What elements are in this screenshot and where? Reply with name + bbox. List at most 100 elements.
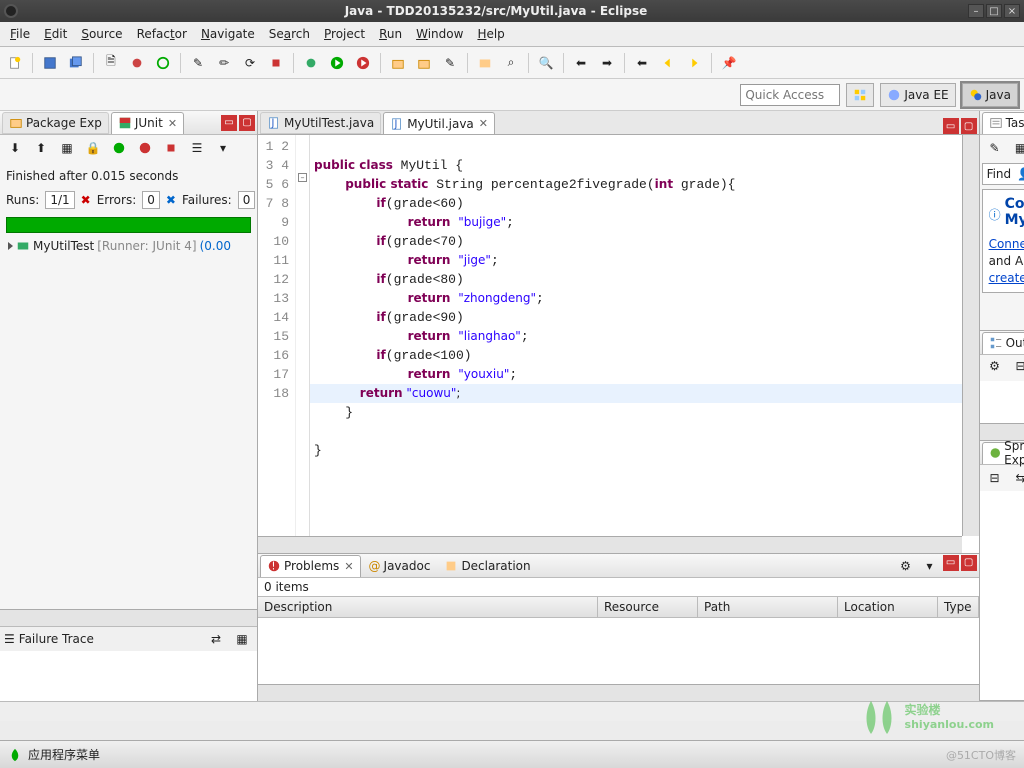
menu-run[interactable]: Run: [373, 25, 408, 43]
back-button[interactable]: [657, 52, 679, 74]
perspective-javaee[interactable]: Java EE: [880, 83, 955, 107]
compare-button[interactable]: ⇄: [205, 628, 227, 650]
search-button[interactable]: 🔍: [535, 52, 557, 74]
tab-outline[interactable]: Outline✕: [982, 332, 1024, 354]
open-type-button[interactable]: [474, 52, 496, 74]
col-location[interactable]: Location: [838, 597, 938, 617]
save-button[interactable]: [39, 52, 61, 74]
new-button[interactable]: [4, 52, 26, 74]
expand-arrow-icon[interactable]: [8, 242, 13, 250]
close-icon[interactable]: ✕: [168, 117, 177, 130]
col-path[interactable]: Path: [698, 597, 838, 617]
maximize-problems-button[interactable]: ▢: [961, 555, 977, 571]
open-perspective-button[interactable]: [846, 83, 874, 107]
code-editor[interactable]: public class MyUtil { public static Stri…: [310, 135, 979, 553]
filter-trace-button[interactable]: ▦: [231, 628, 253, 650]
minimize-problems-button[interactable]: ▭: [943, 555, 959, 571]
menu-search[interactable]: Search: [263, 25, 316, 43]
forward-button[interactable]: [683, 52, 705, 74]
rerun-failed-button[interactable]: [134, 137, 156, 159]
col-description[interactable]: Description: [258, 597, 598, 617]
debug-button[interactable]: [300, 52, 322, 74]
annotation-next-button[interactable]: ➡: [596, 52, 618, 74]
categorize-button[interactable]: ▦: [1010, 137, 1024, 159]
minimize-editor-button[interactable]: ▭: [943, 118, 959, 134]
open-task-button[interactable]: ⌕: [500, 52, 522, 74]
next-failure-button[interactable]: ⬇: [4, 137, 26, 159]
wand2-button[interactable]: ✏: [213, 52, 235, 74]
skip-breakpoints-button[interactable]: [126, 52, 148, 74]
menu-window[interactable]: Window: [410, 25, 469, 43]
editor-area[interactable]: 1 2 3 4 5 6 7 8 9 10 11 12 13 14 15 16 1…: [258, 135, 979, 553]
close-button[interactable]: ×: [1004, 4, 1020, 18]
outline-scrollbar[interactable]: [980, 423, 1024, 440]
scroll-lock-button[interactable]: 🔒: [82, 137, 104, 159]
vertical-scrollbar[interactable]: [962, 135, 979, 536]
tab-task-list[interactable]: Task List✕: [982, 112, 1024, 134]
menu-edit[interactable]: Edit: [38, 25, 73, 43]
editor-tab-myutiltest[interactable]: JMyUtilTest.java: [260, 112, 381, 134]
rerun-button[interactable]: [108, 137, 130, 159]
mylyn-title: Connect Mylyn: [1005, 196, 1024, 228]
maximize-view-button[interactable]: ▢: [239, 115, 255, 131]
wand-button[interactable]: ✎: [187, 52, 209, 74]
fold-marker-icon[interactable]: –: [298, 173, 307, 182]
new-task-button[interactable]: ✎: [984, 137, 1006, 159]
menu-dropdown-button[interactable]: ▾: [212, 137, 234, 159]
test-tree-row[interactable]: MyUtilTest [Runner: JUnit 4] (0.00: [4, 237, 253, 255]
col-type[interactable]: Type: [938, 597, 979, 617]
tab-javadoc[interactable]: @ Javadoc: [363, 555, 437, 577]
stop-button[interactable]: [265, 52, 287, 74]
new-class-button[interactable]: [413, 52, 435, 74]
menu-help[interactable]: Help: [471, 25, 510, 43]
menu-file[interactable]: File: [4, 25, 36, 43]
problems-menu-button[interactable]: ▾: [919, 555, 941, 577]
build-button[interactable]: [152, 52, 174, 74]
problems-filter-button[interactable]: ⚙: [895, 555, 917, 577]
close-icon[interactable]: ✕: [344, 560, 353, 573]
tab-package-explorer[interactable]: Package Exp: [2, 112, 109, 134]
pin-button[interactable]: 📌: [718, 52, 740, 74]
run-button[interactable]: [326, 52, 348, 74]
menu-project[interactable]: Project: [318, 25, 371, 43]
close-icon[interactable]: ✕: [479, 117, 488, 130]
stop-junit-button[interactable]: [160, 137, 182, 159]
connect-link[interactable]: Connect: [989, 237, 1024, 251]
link-editor-button[interactable]: ⇆: [1010, 467, 1024, 489]
prev-failure-button[interactable]: ⬆: [30, 137, 52, 159]
collapse-spring-button[interactable]: ⊟: [984, 467, 1006, 489]
horizontal-scrollbar[interactable]: [258, 536, 962, 553]
minimize-view-button[interactable]: ▭: [221, 115, 237, 131]
junit-scrollbar[interactable]: [0, 609, 257, 626]
tab-junit[interactable]: JUnit✕: [111, 112, 184, 134]
save-all-button[interactable]: [65, 52, 87, 74]
maximize-button[interactable]: □: [986, 4, 1002, 18]
quick-access-input[interactable]: [740, 84, 840, 106]
sort-button[interactable]: ⊟: [1010, 355, 1024, 377]
refresh-button[interactable]: ⟳: [239, 52, 261, 74]
menu-refactor[interactable]: Refactor: [131, 25, 193, 43]
toggle-breadcrumb-button[interactable]: 🗎: [100, 52, 122, 74]
tab-problems[interactable]: !Problems✕: [260, 555, 361, 577]
tab-spring[interactable]: Spring Expl✕: [982, 442, 1024, 464]
coverage-button[interactable]: [352, 52, 374, 74]
menu-source[interactable]: Source: [75, 25, 128, 43]
annotation-prev-button[interactable]: ⬅: [570, 52, 592, 74]
new-package-button[interactable]: [387, 52, 409, 74]
history-button[interactable]: ☰: [186, 137, 208, 159]
col-resource[interactable]: Resource: [598, 597, 698, 617]
show-failures-button[interactable]: ▦: [56, 137, 78, 159]
tab-declaration[interactable]: Declaration: [438, 555, 536, 577]
minimize-button[interactable]: –: [968, 4, 984, 18]
new-interface-button[interactable]: ✎: [439, 52, 461, 74]
problems-scrollbar[interactable]: [258, 684, 979, 701]
create-link[interactable]: create: [989, 271, 1024, 285]
menu-navigate[interactable]: Navigate: [195, 25, 261, 43]
app-menu-button[interactable]: 应用程序菜单: [28, 746, 100, 763]
editor-tab-myutil[interactable]: JMyUtil.java✕: [383, 112, 495, 134]
maximize-editor-button[interactable]: ▢: [961, 118, 977, 134]
focus-outline-button[interactable]: ⚙: [984, 355, 1006, 377]
perspective-java[interactable]: Java: [962, 83, 1018, 107]
presentation-icon[interactable]: 👤: [1017, 167, 1024, 181]
last-edit-button[interactable]: ⬅: [631, 52, 653, 74]
